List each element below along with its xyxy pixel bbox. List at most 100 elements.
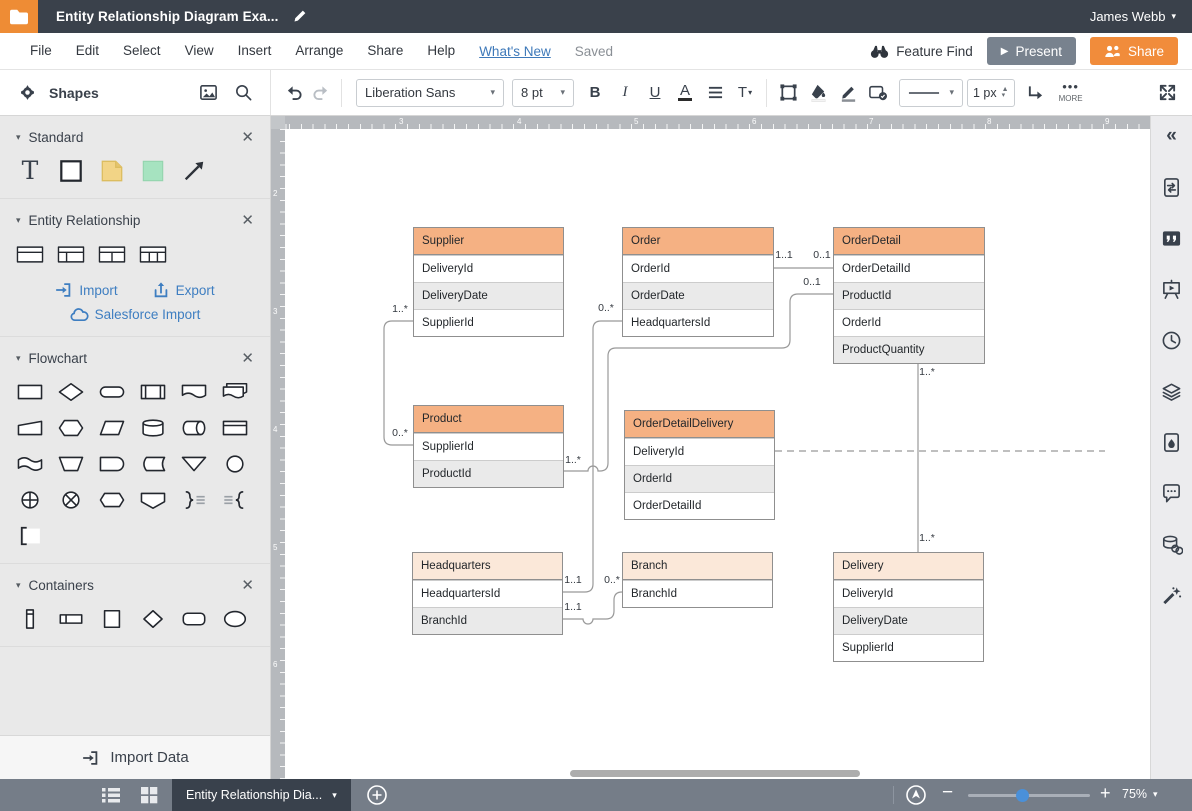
collapse-caret-icon[interactable]: ▾ bbox=[16, 132, 21, 143]
entity-field[interactable]: DeliveryDate bbox=[414, 282, 563, 309]
entity-supplier[interactable]: SupplierDeliveryIdDeliveryDateSupplierId bbox=[413, 227, 564, 337]
menu-view[interactable]: View bbox=[173, 43, 226, 58]
delay-shape[interactable] bbox=[98, 451, 126, 477]
wave-shape[interactable] bbox=[16, 451, 44, 477]
alternate-process-shape[interactable] bbox=[98, 487, 126, 513]
fill-color-button[interactable] bbox=[805, 80, 831, 106]
entity-delivery[interactable]: DeliveryDeliveryIdDeliveryDateSupplierId bbox=[833, 552, 984, 662]
entity-field[interactable]: OrderId bbox=[834, 309, 984, 336]
font-size-select[interactable]: 8 pt ▾ bbox=[512, 79, 574, 107]
entity-field[interactable]: ProductQuantity bbox=[834, 336, 984, 363]
multiplicity-label[interactable]: 0..1 bbox=[813, 249, 831, 261]
menu-share[interactable]: Share bbox=[355, 43, 415, 58]
close-icon[interactable]: ✕ bbox=[241, 349, 254, 367]
multiplicity-label[interactable]: 1..* bbox=[392, 303, 408, 315]
multiplicity-label[interactable]: 1..* bbox=[919, 532, 935, 544]
comments-icon[interactable] bbox=[1160, 481, 1184, 505]
multiplicity-label[interactable]: 0..1 bbox=[803, 276, 821, 288]
menu-arrange[interactable]: Arrange bbox=[283, 43, 355, 58]
entity-field[interactable]: OrderId bbox=[625, 465, 774, 492]
square-container-shape[interactable] bbox=[98, 606, 126, 632]
entity-field[interactable]: SupplierId bbox=[414, 309, 563, 336]
entity-field[interactable]: DeliveryDate bbox=[834, 607, 983, 634]
brace-left-shape[interactable] bbox=[221, 487, 249, 513]
line-style-select[interactable]: ▾ bbox=[899, 79, 963, 107]
rename-icon[interactable] bbox=[292, 9, 307, 24]
entity-order[interactable]: OrderOrderIdOrderDateHeadquartersId bbox=[622, 227, 774, 337]
zoom-in-button[interactable]: + bbox=[1100, 783, 1111, 804]
connector-shape[interactable] bbox=[221, 451, 249, 477]
slides-icon[interactable] bbox=[1160, 277, 1184, 301]
block-shape[interactable] bbox=[139, 158, 167, 184]
underline-button[interactable]: U bbox=[642, 80, 668, 106]
user-menu[interactable]: James Webb ▾ bbox=[1090, 9, 1176, 24]
rounded-container-shape[interactable] bbox=[180, 606, 208, 632]
direct-access-shape[interactable] bbox=[180, 415, 208, 441]
entity-title[interactable]: Headquarters bbox=[413, 553, 562, 580]
database-shape[interactable] bbox=[139, 415, 167, 441]
menu-help[interactable]: Help bbox=[415, 43, 467, 58]
import-data-button[interactable]: Import Data bbox=[0, 735, 271, 779]
italic-button[interactable]: I bbox=[612, 80, 638, 106]
entity-header-shape[interactable] bbox=[16, 241, 44, 267]
shapes-panel-toggle[interactable]: Shapes bbox=[14, 80, 99, 106]
entity-headquarters[interactable]: HeadquartersHeadquartersIdBranchId bbox=[412, 552, 563, 635]
theme-icon[interactable] bbox=[1160, 430, 1184, 454]
menu-insert[interactable]: Insert bbox=[226, 43, 284, 58]
entity-field[interactable]: SupplierId bbox=[414, 433, 563, 460]
preparation-shape[interactable] bbox=[57, 415, 85, 441]
entity-field[interactable]: OrderDetailId bbox=[625, 492, 774, 519]
bold-button[interactable]: B bbox=[582, 80, 608, 106]
entity-field[interactable]: OrderDate bbox=[623, 282, 773, 309]
entity-orderdetail[interactable]: OrderDetailOrderDetailIdProductIdOrderId… bbox=[833, 227, 985, 364]
history-icon[interactable] bbox=[1160, 328, 1184, 352]
horizontal-container-shape[interactable] bbox=[57, 606, 85, 632]
entity-title[interactable]: OrderDetail bbox=[834, 228, 984, 255]
entity-field[interactable]: SupplierId bbox=[834, 634, 983, 661]
diamond-container-shape[interactable] bbox=[139, 606, 167, 632]
document-shape[interactable] bbox=[180, 379, 208, 405]
shape-style-button[interactable] bbox=[775, 80, 801, 106]
entity-field[interactable]: HeadquartersId bbox=[623, 309, 773, 336]
entity-field[interactable]: ProductId bbox=[834, 282, 984, 309]
menu-edit[interactable]: Edit bbox=[64, 43, 111, 58]
entity-field[interactable]: BranchId bbox=[413, 607, 562, 634]
fullscreen-button[interactable] bbox=[1154, 80, 1180, 106]
entity-field[interactable]: BranchId bbox=[623, 580, 772, 607]
entity-field[interactable]: DeliveryId bbox=[834, 580, 983, 607]
note-shape[interactable] bbox=[98, 158, 126, 184]
internal-storage-shape[interactable] bbox=[221, 415, 249, 441]
document-title[interactable]: Entity Relationship Diagram Exa... bbox=[56, 9, 278, 24]
entity-field[interactable]: HeadquartersId bbox=[413, 580, 562, 607]
line-width-stepper[interactable]: 1 px ▲▾ bbox=[967, 79, 1015, 107]
process-shape[interactable] bbox=[16, 379, 44, 405]
canvas[interactable]: SupplierDeliveryIdDeliveryDateSupplierId… bbox=[271, 116, 1150, 779]
salesforce-import-link[interactable]: Salesforce Import bbox=[70, 307, 201, 322]
entity-title[interactable]: Supplier bbox=[414, 228, 563, 255]
horizontal-scrollbar[interactable] bbox=[570, 770, 860, 777]
collapse-caret-icon[interactable]: ▾ bbox=[16, 353, 21, 364]
multiplicity-label[interactable]: 0..* bbox=[598, 302, 614, 314]
multiplicity-label[interactable]: 0..* bbox=[392, 427, 408, 439]
entity-two-column-shape[interactable] bbox=[98, 241, 126, 267]
close-icon[interactable]: ✕ bbox=[241, 211, 254, 229]
line-color-button[interactable] bbox=[835, 80, 861, 106]
doc-settings-icon[interactable] bbox=[1160, 175, 1184, 199]
magic-icon[interactable] bbox=[1160, 583, 1184, 607]
multiplicity-label[interactable]: 1..1 bbox=[775, 249, 793, 261]
multiplicity-label[interactable]: 0..* bbox=[604, 574, 620, 586]
close-icon[interactable]: ✕ bbox=[241, 576, 254, 594]
rectangle-shape[interactable] bbox=[57, 158, 85, 184]
multiplicity-label[interactable]: 1..* bbox=[919, 366, 935, 378]
entity-field[interactable]: DeliveryId bbox=[625, 438, 774, 465]
entity-title[interactable]: Delivery bbox=[834, 553, 983, 580]
subroutine-shape[interactable] bbox=[139, 379, 167, 405]
manual-input-shape[interactable] bbox=[16, 415, 44, 441]
entity-field[interactable]: OrderId bbox=[623, 255, 773, 282]
text-bracket-shape[interactable] bbox=[16, 523, 44, 549]
stored-data-shape[interactable] bbox=[139, 451, 167, 477]
page[interactable]: SupplierDeliveryIdDeliveryDateSupplierId… bbox=[285, 129, 1150, 779]
display-shape[interactable] bbox=[139, 487, 167, 513]
entity-title[interactable]: Branch bbox=[623, 553, 772, 580]
layers-icon[interactable] bbox=[1160, 379, 1184, 403]
